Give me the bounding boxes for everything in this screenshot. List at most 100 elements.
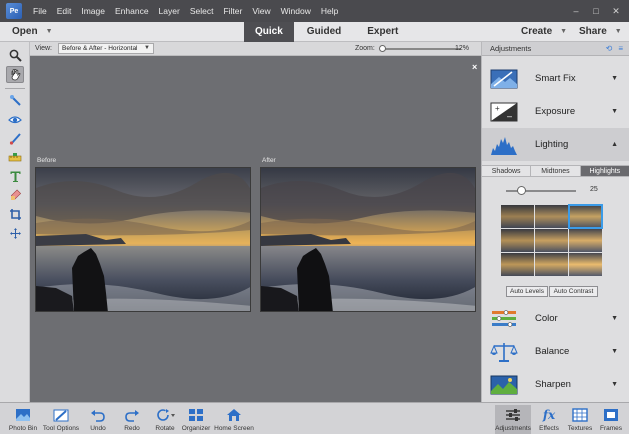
adjustments-panel-button[interactable]: Adjustments	[495, 405, 531, 434]
crop-tool[interactable]	[6, 206, 24, 223]
maximize-button[interactable]: □	[591, 6, 601, 16]
adjustment-label: Exposure	[535, 106, 576, 117]
adjustment-sharpen[interactable]: Sharpen ▼	[482, 368, 629, 401]
panel-header: Adjustments ⟲ ≡	[482, 42, 629, 56]
preset-thumbnail[interactable]	[501, 229, 534, 252]
straighten-tool[interactable]	[6, 149, 24, 166]
svg-text:+: +	[495, 104, 500, 113]
photo-bin-button[interactable]: Photo Bin	[6, 405, 40, 434]
auto-contrast-button[interactable]: Auto Contrast	[549, 286, 598, 297]
menu-bar: Pe File Edit Image Enhance Layer Select …	[0, 0, 629, 22]
whiten-teeth-tool[interactable]	[6, 130, 24, 147]
menu-filter[interactable]: Filter	[218, 0, 247, 22]
menu-file[interactable]: File	[28, 0, 52, 22]
menu-image[interactable]: Image	[76, 0, 110, 22]
undo-label: Undo	[90, 425, 106, 432]
adjustment-balance[interactable]: Balance ▼	[482, 335, 629, 368]
preset-thumbnail[interactable]	[569, 253, 602, 276]
adjustment-label: Lighting	[535, 139, 569, 150]
spot-healing-tool[interactable]	[6, 187, 24, 204]
organizer-icon	[189, 408, 203, 421]
zoom-slider-thumb[interactable]	[379, 45, 386, 52]
zoom-value: 12%	[455, 45, 470, 52]
tab-expert[interactable]: Expert	[354, 22, 411, 42]
red-eye-tool[interactable]	[6, 111, 24, 128]
create-button[interactable]: Create ▼	[521, 22, 579, 42]
close-icon[interactable]: ×	[472, 62, 477, 72]
close-window-button[interactable]: ✕	[611, 6, 621, 17]
zoom-slider-track[interactable]	[381, 48, 461, 50]
view-dropdown[interactable]: Before & After - Horizontal ▼	[58, 43, 154, 54]
adjustment-smart-fix[interactable]: Smart Fix ▼	[482, 62, 629, 95]
before-photo[interactable]	[35, 167, 251, 312]
adjustment-lighting[interactable]: Lighting ▲	[482, 128, 629, 161]
zoom-tool[interactable]	[6, 47, 24, 64]
minimize-button[interactable]: –	[571, 6, 581, 16]
rotate-button[interactable]: Rotate	[152, 405, 178, 434]
menu-edit[interactable]: Edit	[52, 0, 77, 22]
tab-quick[interactable]: Quick	[244, 22, 294, 42]
adjustment-exposure[interactable]: + – Exposure ▼	[482, 95, 629, 128]
move-tool[interactable]	[6, 225, 24, 242]
share-button[interactable]: Share ▼	[579, 22, 629, 42]
hand-icon	[11, 69, 20, 81]
quick-selection-tool[interactable]	[6, 92, 24, 109]
eraser-icon	[10, 189, 21, 200]
subtab-midtones[interactable]: Midtones	[531, 166, 581, 176]
adjustment-label: Color	[535, 313, 558, 324]
mode-bar: Open ▼ Quick Guided Expert Create ▼ Shar…	[0, 22, 629, 42]
hand-tool[interactable]	[6, 66, 24, 83]
reset-icon[interactable]: ⟲	[606, 44, 613, 53]
organizer-label: Organizer	[181, 425, 211, 432]
frames-panel-button[interactable]: Frames	[598, 405, 624, 434]
menu-icon[interactable]: ≡	[618, 44, 623, 53]
preset-thumbnail[interactable]	[568, 204, 603, 229]
subtab-shadows[interactable]: Shadows	[482, 166, 532, 176]
preset-thumbnail[interactable]	[569, 229, 602, 252]
undo-button[interactable]: Undo	[86, 405, 110, 434]
preset-thumbnail[interactable]	[501, 205, 534, 228]
menu-select[interactable]: Select	[185, 0, 219, 22]
highlights-slider-value: 25	[590, 186, 598, 193]
highlights-slider-thumb[interactable]	[517, 186, 526, 195]
redo-button[interactable]: Redo	[120, 405, 144, 434]
zoom-icon	[9, 49, 22, 62]
tool-options-button[interactable]: Tool Options	[42, 405, 80, 434]
preset-thumbnail[interactable]	[535, 205, 568, 228]
open-label: Open	[12, 26, 38, 37]
menu-enhance[interactable]: Enhance	[110, 0, 154, 22]
tab-guided[interactable]: Guided	[294, 22, 354, 42]
share-label: Share	[579, 26, 607, 37]
subtab-highlights[interactable]: Highlights	[580, 166, 629, 176]
preset-thumbnail[interactable]	[501, 253, 534, 276]
textures-panel-button[interactable]: Textures	[565, 405, 595, 434]
before-label: Before	[37, 157, 57, 164]
type-tool[interactable]	[6, 168, 24, 185]
zoom-label: Zoom:	[355, 45, 375, 52]
bottom-bar: Photo Bin Tool Options Undo Redo Rotate …	[0, 402, 629, 434]
menu-window[interactable]: Window	[276, 0, 316, 22]
menu-help[interactable]: Help	[316, 0, 343, 22]
organizer-button[interactable]: Organizer	[180, 405, 212, 434]
balance-scale-icon	[490, 342, 518, 362]
open-button[interactable]: Open ▼	[0, 26, 100, 37]
view-dropdown-value: Before & After - Horizontal	[62, 45, 138, 52]
fx-icon: fx	[542, 407, 556, 422]
type-icon	[10, 171, 20, 182]
auto-levels-button[interactable]: Auto Levels	[506, 286, 548, 297]
eye-icon	[8, 116, 22, 124]
preset-thumbnail[interactable]	[535, 229, 568, 252]
mode-tabs: Quick Guided Expert	[244, 22, 411, 42]
adjustment-color[interactable]: Color ▼	[482, 302, 629, 335]
panel-title: Adjustments	[490, 44, 532, 53]
preset-thumbnail[interactable]	[535, 253, 568, 276]
frames-label: Frames	[599, 425, 623, 432]
adjustment-label: Smart Fix	[535, 73, 576, 84]
tool-divider	[5, 88, 25, 89]
home-screen-button[interactable]: Home Screen	[214, 405, 254, 434]
effects-panel-button[interactable]: fx Effects	[536, 405, 562, 434]
view-label: View:	[35, 45, 52, 52]
menu-view[interactable]: View	[247, 0, 275, 22]
after-photo[interactable]	[260, 167, 476, 312]
menu-layer[interactable]: Layer	[154, 0, 185, 22]
